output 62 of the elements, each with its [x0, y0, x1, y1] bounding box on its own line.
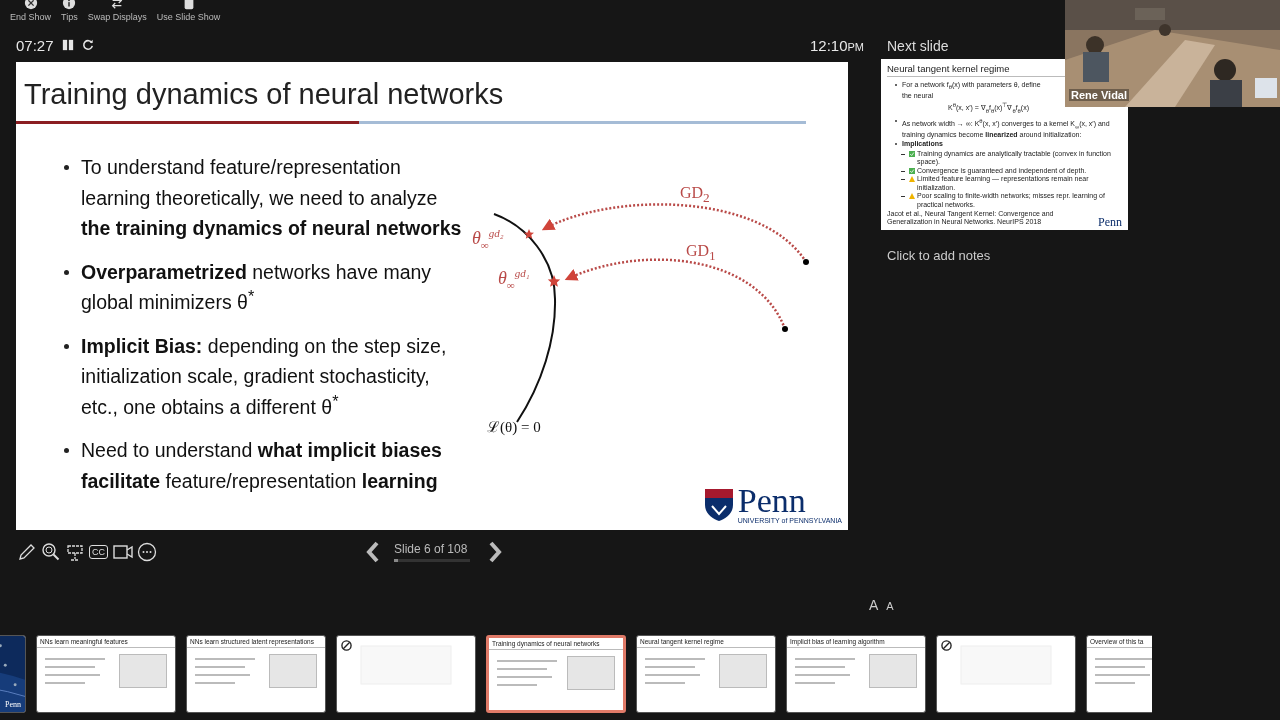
figure-drawing	[119, 654, 167, 688]
figure-drawing	[869, 654, 917, 688]
elapsed-timer: 07:27	[16, 36, 54, 54]
bullet-text: To understand feature/representation learning theoretically, we need to analyze the training dynamics of neural networks	[81, 155, 462, 241]
figure-drawing	[567, 656, 615, 690]
bullet-text: Implicit Bias: depending on the step size, initialization scale, gradient stochasticity, etc., one obtains a different θ$^{*}$	[81, 333, 448, 420]
close-icon	[23, 0, 38, 10]
dash-icon	[901, 153, 905, 155]
hidden-slide-icon	[941, 640, 952, 651]
bullet-text: Need to understand what implicit biases facilitate feature/representation learning	[81, 438, 443, 494]
start-point	[782, 326, 788, 332]
toolbar-button[interactable]: Use Slide Show	[156, 0, 221, 28]
text-lines-drawing	[795, 658, 855, 684]
pause-icon[interactable]	[61, 39, 74, 51]
text-lines-drawing	[195, 658, 255, 684]
swap-arrows-icon	[110, 0, 125, 10]
zoom-icon[interactable]	[40, 541, 61, 563]
slide-title: Training dynamics of neural networks	[23, 77, 505, 111]
star-icon	[524, 229, 534, 239]
logo-name: Penn	[737, 485, 806, 517]
check-icon	[909, 150, 915, 157]
figure-drawing	[719, 654, 767, 688]
info-icon	[62, 0, 77, 10]
toolbar-button[interactable]: Tips	[61, 0, 78, 28]
slide-title: Neural tangent kernel regime	[887, 63, 1011, 75]
previous-slide-button[interactable]	[366, 540, 380, 564]
dash-icon	[901, 170, 905, 172]
slide-counter: Slide 6 of 108	[394, 542, 469, 556]
logo-name: Penn	[5, 700, 21, 709]
reset-icon[interactable]	[81, 39, 94, 51]
logo-name: Penn	[1098, 217, 1122, 227]
dash-icon	[901, 179, 905, 181]
bullet-text: Overparametrized networks have many global minimizers θ$^{*}$	[81, 259, 433, 315]
decrease-font-button[interactable]: A	[886, 600, 894, 612]
next-slide-button[interactable]	[488, 540, 502, 564]
shield-icon	[703, 487, 734, 522]
slide-thumbnail[interactable]	[336, 635, 476, 713]
text-lines-drawing	[45, 658, 105, 684]
warning-icon	[909, 176, 915, 183]
notes-field[interactable]: Click to add notes	[887, 248, 1280, 264]
text-lines-drawing	[645, 658, 705, 684]
toolbar-button[interactable]: Swap Displays	[87, 0, 147, 28]
clock: 12:10PM	[809, 36, 864, 54]
check-icon	[909, 167, 915, 174]
path-label: GD$_{2}$	[680, 184, 710, 207]
dash-icon	[901, 196, 905, 198]
star-icon	[547, 275, 561, 287]
path-label: GD$_{1}$	[686, 242, 716, 265]
hidden-slide-icon	[341, 640, 352, 651]
figure-drawing	[269, 654, 317, 688]
increase-font-button[interactable]: A	[869, 597, 879, 613]
curve-label: ℒ(θ) = 0	[487, 418, 541, 436]
text-lines-drawing	[497, 660, 557, 686]
slide-thumbnail[interactable]: Penn	[0, 635, 26, 713]
next-slide-heading: Next slide	[887, 38, 950, 54]
start-point	[803, 259, 809, 265]
text-lines-drawing	[1095, 658, 1152, 684]
participant-name: Rene Vidal	[1069, 89, 1130, 101]
more-icon[interactable]	[136, 541, 157, 563]
slide-thumbnail[interactable]	[936, 635, 1076, 713]
warning-icon	[909, 193, 915, 200]
toolbar-button[interactable]: End Show	[10, 0, 52, 28]
